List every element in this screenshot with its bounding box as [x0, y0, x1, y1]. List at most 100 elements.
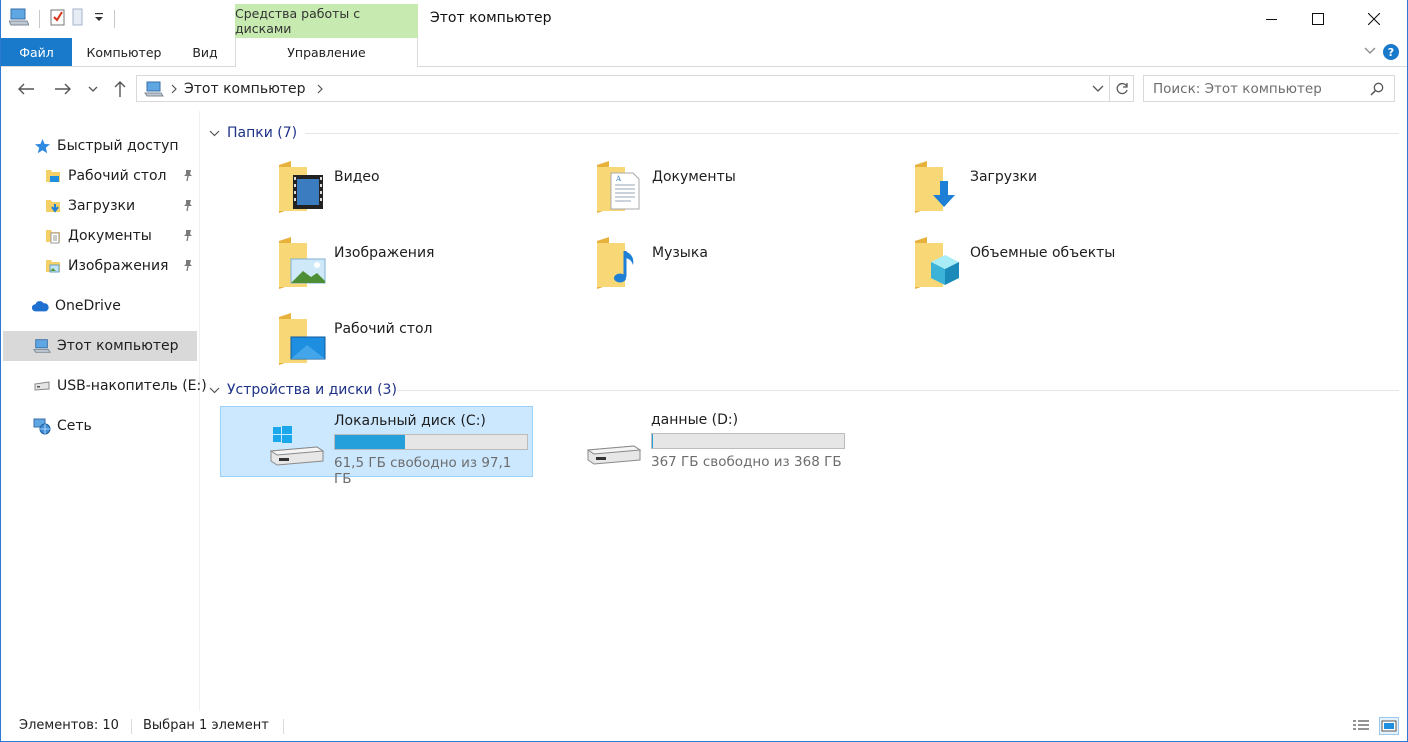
folder-name: Загрузки [970, 169, 1038, 185]
sidebar-item-desktop[interactable]: Рабочий стол [44, 161, 198, 191]
pin-icon[interactable] [182, 169, 194, 186]
sidebar-item-label: OneDrive [55, 298, 121, 314]
chevron-down-icon [209, 382, 220, 398]
expand-ribbon-icon[interactable] [1363, 43, 1377, 61]
close-button[interactable] [1351, 0, 1397, 38]
drive-tile-c[interactable]: Локальный диск (C:) 61,5 ГБ свободно из … [220, 406, 533, 487]
forward-button[interactable] [51, 77, 75, 101]
folder-name: Рабочий стол [334, 321, 433, 337]
folder-tile-desktop[interactable]: Рабочий стол [277, 311, 577, 381]
chevron-down-icon [1092, 85, 1104, 92]
back-button[interactable] [14, 77, 38, 101]
search-icon[interactable] [1370, 82, 1384, 100]
folder-name: Музыка [652, 245, 708, 261]
navigation-bar: Этот компьютер [1, 67, 1407, 111]
new-folder-icon[interactable] [72, 8, 88, 30]
properties-icon[interactable] [50, 8, 66, 30]
cloud-icon [31, 297, 49, 315]
folder-tile-downloads[interactable]: Загрузки [913, 159, 1213, 229]
folder-tile-pictures[interactable]: Изображения [277, 235, 577, 305]
folder-tile-3d-objects[interactable]: Объемные объекты [913, 235, 1213, 305]
address-bar[interactable]: Этот компьютер [136, 75, 1110, 102]
desktop-folder-icon [44, 167, 62, 185]
recent-locations-button[interactable] [83, 77, 103, 101]
computer-icon[interactable] [8, 8, 30, 30]
drive-free-space: 367 ГБ свободно из 368 ГБ [651, 454, 842, 470]
computer-icon [33, 337, 51, 355]
address-history-dropdown[interactable] [1091, 81, 1105, 99]
folder-name: Документы [652, 169, 736, 185]
search-input[interactable] [1153, 80, 1363, 97]
sidebar-item-downloads[interactable]: Загрузки [44, 191, 198, 221]
arrow-right-icon [55, 83, 71, 95]
folder-tile-video[interactable]: Видео [277, 159, 577, 229]
chevron-down-icon [88, 86, 98, 92]
navigation-pane: Быстрый доступ Рабочий стол Загрузки Док… [1, 111, 207, 711]
help-icon[interactable]: ? [1383, 44, 1399, 60]
details-view-button[interactable] [1351, 717, 1371, 735]
network-icon [33, 417, 51, 435]
status-bar: Элементов: 10 Выбран 1 элемент [1, 711, 1407, 741]
sidebar-item-label: USB-накопитель (E:) [57, 378, 207, 394]
sidebar-item-label: Документы [68, 228, 152, 244]
minimize-button[interactable] [1249, 0, 1295, 38]
drive-name: данные (D:) [651, 412, 739, 428]
drive-usage-fill [652, 434, 653, 448]
sidebar-item-documents[interactable]: Документы [44, 221, 198, 251]
refresh-icon [1116, 82, 1128, 94]
tab-computer[interactable]: Компьютер [79, 38, 169, 66]
maximize-button[interactable] [1295, 0, 1341, 38]
drive-free-space: 61,5 ГБ свободно из 97,1 ГБ [334, 455, 512, 487]
up-button[interactable] [108, 77, 132, 101]
computer-icon [144, 81, 164, 97]
sidebar-item-this-pc[interactable]: Этот компьютер [3, 331, 197, 361]
sidebar-item-quick-access[interactable]: Быстрый доступ [33, 131, 198, 161]
arrow-up-icon [114, 81, 126, 97]
documents-folder-icon [44, 227, 62, 245]
tab-view[interactable]: Вид [183, 38, 227, 66]
sidebar-item-label: Изображения [68, 258, 169, 274]
pictures-folder-icon [279, 237, 326, 289]
pictures-folder-icon [44, 257, 62, 275]
pin-icon[interactable] [182, 259, 194, 276]
sidebar-item-network[interactable]: Сеть [33, 411, 198, 441]
refresh-button[interactable] [1110, 75, 1134, 102]
arrow-left-icon [18, 83, 34, 95]
group-title: Устройства и диски (3) [227, 382, 397, 398]
drive-usage-fill [335, 435, 406, 449]
sidebar-item-pictures[interactable]: Изображения [44, 251, 198, 281]
drives-group-header[interactable]: Устройства и диски (3) [209, 379, 397, 401]
explorer-window: Средства работы с дисками Этот компьютер… [0, 0, 1408, 742]
sidebar-item-label: Быстрый доступ [57, 138, 179, 154]
drive-name: Локальный диск (C:) [334, 413, 486, 429]
folder-tile-music[interactable]: Музыка [595, 235, 895, 305]
downloads-folder-icon [915, 161, 955, 213]
desktop-folder-icon [279, 313, 326, 365]
sidebar-item-usb[interactable]: USB-накопитель (E:) [33, 371, 207, 401]
chevron-right-icon[interactable] [170, 84, 178, 94]
tab-manage[interactable]: Управление [235, 38, 418, 67]
status-separator [131, 719, 132, 734]
drive-tile-d[interactable]: данные (D:) 367 ГБ свободно из 368 ГБ [538, 406, 851, 477]
large-icons-view-button[interactable] [1379, 717, 1399, 735]
pin-icon[interactable] [182, 199, 194, 216]
downloads-folder-icon [44, 197, 62, 215]
usb-drive-icon [33, 377, 51, 395]
details-view-icon [1353, 720, 1369, 730]
search-box[interactable] [1143, 75, 1395, 102]
chevron-right-icon[interactable] [316, 84, 324, 94]
pin-icon[interactable] [182, 229, 194, 246]
maximize-icon [1312, 13, 1324, 25]
sidebar-item-onedrive[interactable]: OneDrive [31, 291, 198, 321]
ribbon-tab-bar: Файл Компьютер Вид Управление ? [1, 38, 1407, 67]
breadcrumb-this-pc[interactable]: Этот компьютер [184, 81, 306, 97]
qat-separator [114, 10, 115, 28]
group-title: Папки (7) [227, 125, 298, 141]
music-folder-icon [597, 237, 634, 289]
customize-dropdown-icon[interactable] [94, 11, 104, 27]
folder-tile-documents[interactable]: A Документы [595, 159, 895, 229]
tab-file[interactable]: Файл [1, 38, 72, 66]
quick-access-toolbar [8, 8, 119, 30]
folders-group-header[interactable]: Папки (7) [209, 122, 297, 144]
sidebar-item-label: Этот компьютер [57, 338, 179, 354]
